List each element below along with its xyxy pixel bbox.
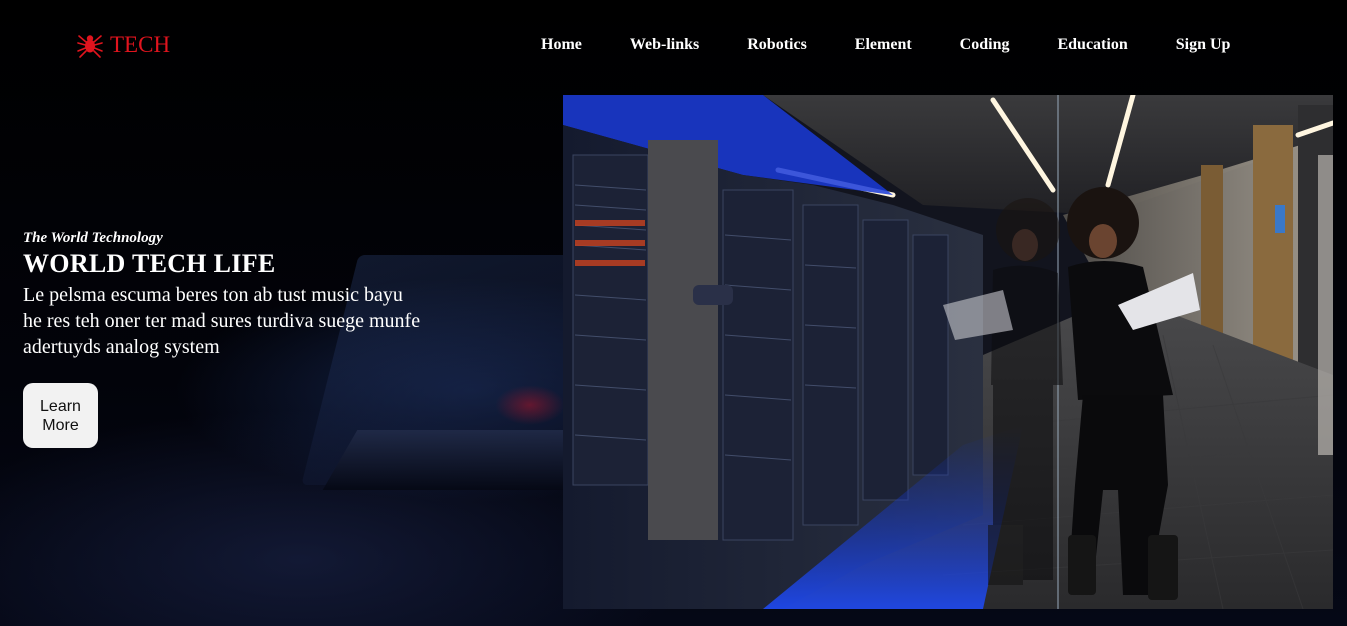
learn-more-button[interactable]: Learn More	[23, 383, 98, 448]
hero-page: TECH Home Web-links Robotics Element Cod…	[0, 0, 1347, 626]
hero-photo	[563, 95, 1333, 609]
hero-description: Le pelsma escuma beres ton ab tust music…	[23, 284, 421, 358]
nav-coding[interactable]: Coding	[960, 36, 1010, 54]
nav-element[interactable]: Element	[855, 36, 912, 54]
nav-web-links[interactable]: Web-links	[630, 36, 699, 54]
spider-icon	[77, 35, 103, 58]
background-glow	[495, 385, 565, 425]
logo-text: TECH	[110, 32, 171, 57]
nav-robotics[interactable]: Robotics	[747, 36, 807, 54]
server-room-photo	[563, 95, 1333, 609]
hero-eyebrow: The World Technology	[23, 230, 163, 246]
hero-title: WORLD TECH LIFE	[23, 249, 276, 278]
nav-home[interactable]: Home	[541, 36, 582, 54]
nav-education[interactable]: Education	[1057, 36, 1127, 54]
main-nav: Home Web-links Robotics Element Coding E…	[541, 36, 1230, 54]
brand-logo[interactable]: TECH	[76, 31, 170, 59]
background-laptop-base	[322, 430, 598, 490]
hero-text: The World Technology WORLD TECH LIFE Le …	[23, 230, 423, 360]
nav-sign-up[interactable]: Sign Up	[1176, 36, 1231, 54]
